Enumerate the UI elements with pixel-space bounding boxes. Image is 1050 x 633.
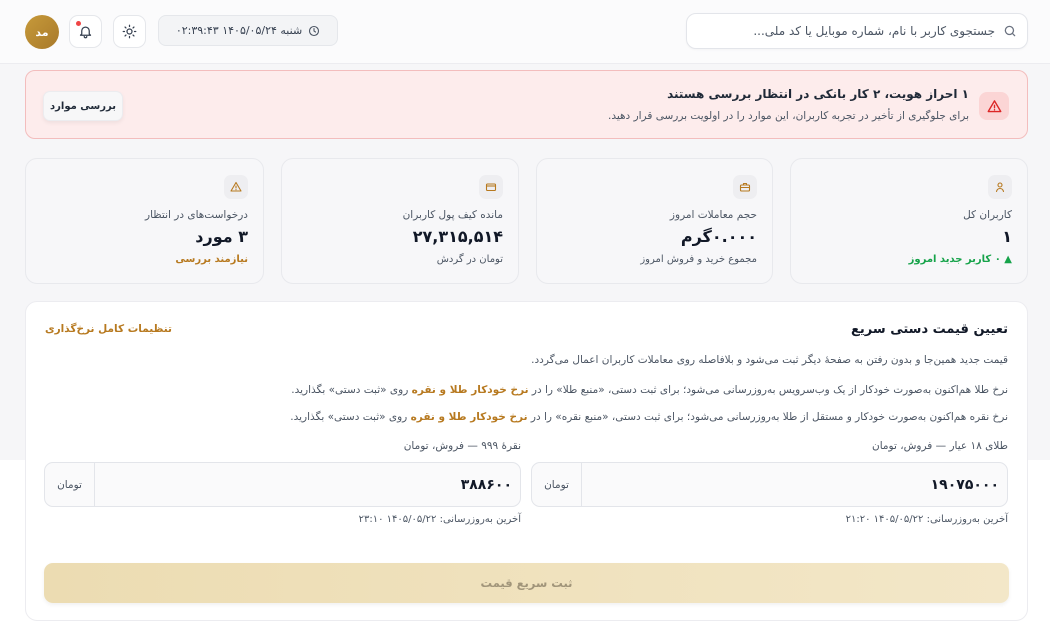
search-icon	[1003, 24, 1017, 38]
silver-last-updated: آخرین به‌روزرسانی: ۱۴۰۵/۰۵/۲۲ ۲۳:۱۰	[358, 514, 521, 525]
alert-description: برای جلوگیری از تأخیر در تجربه کاربران، …	[608, 110, 969, 122]
warning-icon	[230, 181, 242, 193]
gold-last-updated: آخرین به‌روزرسانی: ۱۴۰۵/۰۵/۲۲ ۲۱:۲۰	[845, 514, 1008, 525]
stat-card-today-volume: حجم معاملات امروز ۰.۰۰۰گرم مجموع خرید و …	[536, 158, 773, 284]
silver-source-note: نرخ نقره هم‌اکنون به‌صورت خودکار و مستقل…	[290, 411, 1008, 423]
theme-toggle-button[interactable]	[113, 15, 146, 48]
warning-icon	[987, 99, 1002, 114]
wallet-icon	[485, 181, 497, 193]
top-bar: شنبه ۱۴۰۵/۰۵/۲۴ ۰۲:۳۹:۴۳ مد	[0, 0, 1050, 64]
avatar[interactable]: مد	[25, 15, 59, 49]
card-icon-box	[224, 175, 248, 199]
bell-icon	[78, 24, 93, 39]
silver-price-field[interactable]: تومان	[44, 462, 521, 507]
stat-value: ۳ مورد	[195, 227, 248, 246]
note-text: نرخ نقره هم‌اکنون به‌صورت خودکار و مستقل…	[527, 411, 1008, 423]
sun-icon	[122, 24, 137, 39]
stat-card-total-users: کاربران کل ۱ ▲ ۰ کاربر جدید امروز	[790, 158, 1028, 284]
stat-subtext: مجموع خرید و فروش امروز	[640, 254, 757, 265]
stat-label: کاربران کل	[963, 209, 1012, 221]
manual-price-panel: تعیین قیمت دستی سریع تنظیمات کامل نرخ‌گذ…	[25, 301, 1028, 621]
datetime-display: شنبه ۱۴۰۵/۰۵/۲۴ ۰۲:۳۹:۴۳	[158, 15, 338, 46]
currency-unit: تومان	[45, 463, 95, 506]
notification-dot	[76, 21, 81, 26]
search-input[interactable]	[697, 24, 995, 38]
stat-label: حجم معاملات امروز	[669, 209, 757, 221]
gold-price-label: طلای ۱۸ عیار — فروش، تومان	[872, 440, 1008, 452]
stat-card-pending-requests: درخواست‌های در انتظار ۳ مورد نیازمند برر…	[25, 158, 264, 284]
gold-price-field[interactable]: تومان	[531, 462, 1008, 507]
clock-icon	[308, 25, 320, 37]
dashboard-page: شنبه ۱۴۰۵/۰۵/۲۴ ۰۲:۳۹:۴۳ مد ۱ احراز هویت…	[0, 0, 1050, 633]
auto-rate-link[interactable]: نرخ خودکار طلا و نقره	[411, 411, 528, 423]
panel-intro-text: قیمت جدید همین‌جا و بدون رفتن به صفحهٔ د…	[531, 354, 1008, 366]
review-items-button[interactable]: بررسی موارد	[43, 91, 123, 121]
alert-icon-box	[979, 92, 1009, 120]
stat-label: مانده کیف پول کاربران	[402, 209, 503, 221]
currency-unit: تومان	[532, 463, 582, 506]
note-text: روی «ثبت دستی» بگذارید.	[290, 411, 411, 423]
pending-review-alert: ۱ احراز هویت، ۲ کار بانکی در انتظار بررس…	[25, 70, 1028, 139]
user-search-box[interactable]	[686, 13, 1028, 49]
gold-price-input[interactable]	[582, 463, 1007, 506]
stat-value: ۱	[1002, 227, 1012, 246]
stat-value: ۰.۰۰۰گرم	[680, 227, 757, 246]
silver-price-input[interactable]	[95, 463, 520, 506]
stat-card-wallet-balance: مانده کیف پول کاربران ۲۷,۳۱۵,۵۱۴ تومان د…	[281, 158, 519, 284]
stat-label: درخواست‌های در انتظار	[145, 209, 248, 221]
stat-subtext: ▲ ۰ کاربر جدید امروز	[908, 254, 1012, 265]
stat-subtext: تومان در گردش	[436, 254, 503, 265]
notifications-button[interactable]	[69, 15, 102, 48]
card-icon-box	[733, 175, 757, 199]
note-text: روی «ثبت دستی» بگذارید.	[291, 384, 412, 396]
user-icon	[994, 181, 1006, 193]
datetime-text: شنبه ۱۴۰۵/۰۵/۲۴ ۰۲:۳۹:۴۳	[175, 24, 303, 37]
stat-value: ۲۷,۳۱۵,۵۱۴	[412, 227, 503, 246]
silver-price-label: نقرهٔ ۹۹۹ — فروش، تومان	[403, 440, 521, 452]
auto-rate-link[interactable]: نرخ خودکار طلا و نقره	[412, 384, 529, 396]
alert-title: ۱ احراز هویت، ۲ کار بانکی در انتظار بررس…	[667, 87, 969, 101]
quick-submit-price-button[interactable]: ثبت سریع قیمت	[44, 563, 1009, 603]
stat-subtext: نیازمند بررسی	[175, 254, 248, 265]
gold-source-note: نرخ طلا هم‌اکنون به‌صورت خودکار از یک وب…	[291, 384, 1008, 396]
card-icon-box	[479, 175, 503, 199]
briefcase-icon	[739, 181, 751, 193]
note-text: نرخ طلا هم‌اکنون به‌صورت خودکار از یک وب…	[528, 384, 1008, 396]
pricing-settings-link[interactable]: تنظیمات کامل نرخ‌گذاری	[45, 323, 172, 335]
card-icon-box	[988, 175, 1012, 199]
panel-title: تعیین قیمت دستی سریع	[851, 322, 1008, 337]
